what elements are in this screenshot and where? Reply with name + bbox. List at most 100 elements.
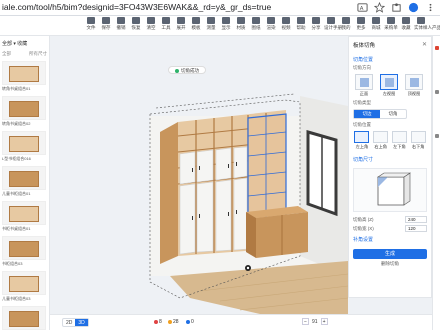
3d-viewport[interactable]: 切角成功 bbox=[50, 36, 348, 314]
generate-button[interactable]: 生成 bbox=[353, 249, 427, 259]
orient-option[interactable]: 正面 bbox=[353, 74, 375, 97]
library-item[interactable]: L型书柜组合016 bbox=[2, 131, 47, 162]
bottom-status-bar: 2D 3D 8 28 0 − 91 + bbox=[50, 314, 432, 330]
profile-icon[interactable] bbox=[408, 2, 419, 13]
toolbar-item[interactable]: 帮助 bbox=[294, 17, 308, 31]
toolbar-item[interactable]: 实体样人产品库 bbox=[414, 17, 440, 31]
toolbar-item[interactable]: 视频 bbox=[279, 17, 293, 31]
library-item[interactable]: 转角书桌组合01 bbox=[2, 61, 47, 92]
library-caption: 转角书桌组合01 bbox=[2, 86, 31, 91]
toolbar-icon bbox=[372, 17, 380, 24]
orient-label-text: 左视图 bbox=[382, 91, 396, 96]
toolbar-icon bbox=[267, 17, 275, 24]
section-extra: 补角设置 bbox=[353, 237, 374, 243]
toolbar-label: 图纸 bbox=[251, 25, 261, 30]
main-toolbar: 文件 保存 撤销 恢复 清空 工具 展开 模板 测量 显示 材质 图纸 渲染 视频 帮助 分享 设计手册 我的 更多… bbox=[0, 16, 440, 36]
toolbar-item[interactable]: 工具 bbox=[159, 17, 173, 31]
library-item[interactable]: 书柜组合01 bbox=[2, 306, 47, 330]
view-toggle: 2D 3D bbox=[62, 318, 89, 327]
view-3d-button[interactable]: 3D bbox=[75, 319, 88, 326]
library-item[interactable]: 书柜书桌组合01 bbox=[2, 201, 47, 232]
delete-chamfer-button[interactable]: 删除切角 bbox=[353, 261, 427, 267]
toolbar-item[interactable]: 模板 bbox=[189, 17, 203, 31]
toolbar-item[interactable]: 恢复 bbox=[129, 17, 143, 31]
toolbar-icon bbox=[342, 17, 350, 24]
toolbar-item[interactable]: 文件 bbox=[84, 17, 98, 31]
toolbar-item[interactable]: 更多 bbox=[354, 17, 368, 31]
scene-svg[interactable] bbox=[50, 36, 348, 314]
corner-option[interactable]: 右下角 bbox=[409, 131, 427, 150]
info-count[interactable]: 0 bbox=[186, 319, 194, 325]
toolbar-item[interactable]: 清空 bbox=[144, 17, 158, 31]
translate-icon[interactable]: A bbox=[357, 2, 368, 13]
orient-preview-icon bbox=[405, 74, 423, 90]
toolbar-item[interactable]: 收藏 bbox=[399, 17, 413, 31]
corner-option[interactable]: 左上角 bbox=[353, 131, 371, 150]
toolbar-item[interactable]: 显示 bbox=[219, 17, 233, 31]
toolbar-item[interactable]: 图纸 bbox=[249, 17, 263, 31]
orient-options: 正面 左视图 顶视图 bbox=[349, 71, 431, 100]
error-count[interactable]: 8 bbox=[154, 319, 162, 325]
dim-a-input[interactable]: 240 bbox=[405, 216, 427, 223]
toolbar-item[interactable]: 设计手册 bbox=[324, 17, 342, 31]
library-item[interactable]: 书柜组合03 bbox=[2, 236, 47, 267]
library-item[interactable]: 儿童书柜组合01 bbox=[2, 166, 47, 197]
extension-icon[interactable] bbox=[391, 2, 402, 13]
marker-icon[interactable] bbox=[434, 134, 439, 138]
right-tool-strip bbox=[432, 36, 440, 330]
toolbar-item[interactable]: 测量 bbox=[204, 17, 218, 31]
toolbar-icon bbox=[132, 17, 140, 24]
library-thumbnail bbox=[2, 131, 46, 155]
corner-option[interactable]: 右上角 bbox=[372, 131, 390, 150]
corner-preview-icon bbox=[410, 131, 426, 143]
close-icon[interactable]: ✕ bbox=[422, 41, 427, 49]
toolbar-label: 文件 bbox=[86, 25, 96, 30]
library-item[interactable]: 儿童书柜组合03 bbox=[2, 271, 47, 302]
toolbar-label: 帮助 bbox=[296, 25, 306, 30]
dim-a-row: 切角高 (Z) 240 bbox=[349, 215, 431, 224]
toolbar-item[interactable]: 分享 bbox=[309, 17, 323, 31]
toolbar-label: 模板 bbox=[191, 25, 201, 30]
corner-option[interactable]: 左下角 bbox=[391, 131, 409, 150]
toolbar-item[interactable]: 展开 bbox=[174, 17, 188, 31]
toolbar-label: 显示 bbox=[221, 25, 231, 30]
orient-preview-icon bbox=[355, 74, 373, 90]
toolbar-item[interactable]: 采购单 bbox=[384, 17, 398, 31]
library-caption: 儿童书柜组合03 bbox=[2, 296, 31, 301]
library-thumbnail bbox=[2, 96, 46, 120]
marker-icon[interactable] bbox=[434, 46, 439, 50]
toolbar-item[interactable]: 材质 bbox=[234, 17, 248, 31]
toast-text: 切角成功 bbox=[181, 68, 199, 73]
view-2d-button[interactable]: 2D bbox=[63, 319, 75, 326]
toolbar-item[interactable]: 撤销 bbox=[114, 17, 128, 31]
dim-b-input[interactable]: 120 bbox=[405, 225, 427, 232]
corner-label-text: 右下角 bbox=[411, 144, 425, 149]
filter-all[interactable]: 全部 bbox=[2, 51, 11, 57]
toolbar-item[interactable]: 保存 bbox=[99, 17, 113, 31]
toolbar-icon bbox=[192, 17, 200, 24]
toolbar-item[interactable]: 我的 bbox=[339, 17, 353, 31]
mode-option[interactable]: 切角 bbox=[380, 110, 406, 118]
menu-dots-icon[interactable] bbox=[425, 2, 436, 13]
toolbar-label: 更多 bbox=[356, 25, 366, 30]
toolbar-item[interactable]: 商城 bbox=[369, 17, 383, 31]
library-header[interactable]: 全部 ▾ 收藏 bbox=[0, 36, 49, 51]
toolbar-label: 测量 bbox=[206, 25, 216, 30]
zoom-in-button[interactable]: + bbox=[320, 318, 328, 325]
toolbar-item[interactable]: 渲染 bbox=[264, 17, 278, 31]
zoom-value: 91 bbox=[312, 318, 318, 325]
warning-count[interactable]: 28 bbox=[168, 319, 179, 325]
mode-option[interactable]: 切边 bbox=[354, 110, 380, 118]
marker-icon[interactable] bbox=[434, 90, 439, 94]
bookmark-star-icon[interactable] bbox=[374, 2, 385, 13]
library-item[interactable]: 转角书桌组合02 bbox=[2, 96, 47, 127]
orient-option[interactable]: 顶视图 bbox=[403, 74, 425, 97]
filter-size[interactable]: 所有尺寸 bbox=[29, 51, 47, 57]
library-caption: 儿童书柜组合01 bbox=[2, 191, 31, 196]
toolbar-icon bbox=[87, 17, 95, 24]
url-text[interactable]: iale.com/tool/h5/bim?designid=3FO43W3E6W… bbox=[2, 2, 271, 12]
library-caption: 转角书桌组合02 bbox=[2, 121, 31, 126]
orient-option[interactable]: 左视图 bbox=[378, 74, 400, 97]
zoom-out-button[interactable]: − bbox=[302, 318, 309, 325]
dim-b-row: 切角宽 (X) 120 bbox=[349, 224, 431, 233]
